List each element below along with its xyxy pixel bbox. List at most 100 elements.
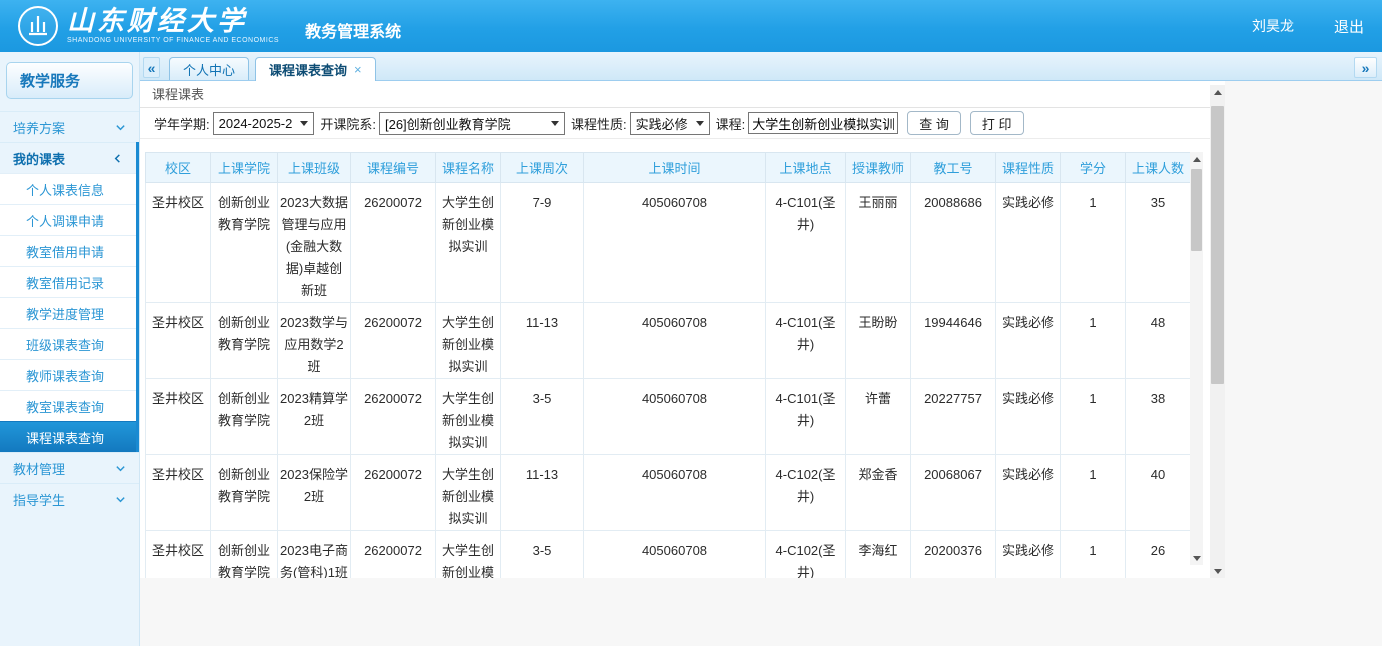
col-time: 上课时间 [584, 153, 766, 183]
sidebar-group-wodekebiao[interactable]: 我的课表 [0, 142, 136, 173]
tab-bar: « 个人中心 课程课表查询 × » [140, 52, 1382, 81]
cell-teacher: 许蕾 [846, 379, 911, 455]
print-button[interactable]: 打 印 [970, 111, 1024, 135]
sidebar-item-classroom-borrow-request[interactable]: 教室借用申请 [0, 235, 136, 266]
col-nature: 课程性质 [996, 153, 1061, 183]
col-students: 上课人数 [1126, 153, 1191, 183]
cell-staff-no: 20088686 [911, 183, 996, 303]
sidebar-group-zhidaoxuesheng[interactable]: 指导学生 [0, 483, 139, 514]
cell-class: 2023电子商务(管科)1班 [278, 531, 351, 579]
cell-location: 4-C101(圣井) [766, 183, 846, 303]
cell-course-no: 26200072 [351, 303, 436, 379]
cell-location: 4-C101(圣井) [766, 379, 846, 455]
col-location: 上课地点 [766, 153, 846, 183]
scroll-up-icon[interactable] [1190, 152, 1203, 166]
course-input[interactable] [748, 112, 898, 134]
table-row[interactable]: 圣井校区 创新创业教育学院 2023大数据管理与应用(金融大数据)卓越创新班 2… [146, 183, 1191, 303]
cell-staff-no: 20068067 [911, 455, 996, 531]
table-header-row: 校区 上课学院 上课班级 课程编号 课程名称 上课周次 上课时间 上课地点 授课… [146, 153, 1191, 183]
timetable-table-wrapper: 校区 上课学院 上课班级 课程编号 课程名称 上课周次 上课时间 上课地点 授课… [145, 152, 1190, 578]
cell-nature: 实践必修 [996, 183, 1061, 303]
nature-select[interactable]: 实践必修 [630, 112, 710, 135]
cell-course-name: 大学生创新创业模拟实训 [436, 455, 501, 531]
scrollbar-thumb[interactable] [1191, 169, 1202, 251]
cell-class: 2023大数据管理与应用(金融大数据)卓越创新班 [278, 183, 351, 303]
cell-staff-no: 19944646 [911, 303, 996, 379]
department-select[interactable]: [26]创新创业教育学院 [379, 112, 565, 135]
cell-time: 405060708 [584, 379, 766, 455]
cell-nature: 实践必修 [996, 303, 1061, 379]
sidebar-group-peiyangfangan[interactable]: 培养方案 [0, 111, 139, 142]
sidebar-item-classroom-timetable-query[interactable]: 教室课表查询 [0, 390, 136, 421]
term-select[interactable]: 2024-2025-2 [213, 112, 315, 135]
sidebar-group-jiaocaiguanli[interactable]: 教材管理 [0, 452, 139, 483]
cell-weeks: 3-5 [501, 531, 584, 579]
cell-location: 4-C102(圣井) [766, 455, 846, 531]
cell-campus: 圣井校区 [146, 455, 211, 531]
cell-weeks: 3-5 [501, 379, 584, 455]
system-title: 教务管理系统 [305, 18, 401, 42]
scrollbar-track[interactable] [1190, 166, 1203, 551]
cell-campus: 圣井校区 [146, 183, 211, 303]
cell-credit: 1 [1061, 303, 1126, 379]
col-class: 上课班级 [278, 153, 351, 183]
chevron-down-icon [115, 122, 126, 133]
sidebar-item-teacher-timetable-query[interactable]: 教师课表查询 [0, 359, 136, 390]
cell-class: 2023精算学2班 [278, 379, 351, 455]
university-name-block: 山东财经大学 SHANDONG UNIVERSITY OF FINANCE AN… [67, 8, 279, 44]
cell-weeks: 7-9 [501, 183, 584, 303]
scroll-down-icon[interactable] [1190, 551, 1203, 565]
cell-course-name: 大学生创新创业模拟实训 [436, 303, 501, 379]
nature-select-value: 实践必修 [636, 114, 688, 133]
chevron-down-icon [115, 494, 126, 505]
col-campus: 校区 [146, 153, 211, 183]
current-username[interactable]: 刘昊龙 [1252, 16, 1294, 36]
cell-campus: 圣井校区 [146, 531, 211, 579]
scrollbar-thumb[interactable] [1211, 106, 1224, 384]
query-button[interactable]: 查 询 [907, 111, 961, 135]
cell-course-no: 26200072 [351, 183, 436, 303]
scroll-down-icon[interactable] [1210, 564, 1225, 578]
sidebar-item-course-timetable-query[interactable]: 课程课表查询 [0, 421, 136, 452]
page-scrollbar[interactable] [1210, 85, 1225, 578]
scrollbar-track[interactable] [1210, 99, 1225, 564]
sidebar: 教学服务 培养方案 我的课表 个人课表信息 个人调课申请 教室借用申请 教室借用… [0, 52, 140, 646]
col-credit: 学分 [1061, 153, 1126, 183]
tab-course-timetable-query[interactable]: 课程课表查询 × [255, 57, 376, 81]
cell-nature: 实践必修 [996, 455, 1061, 531]
table-row[interactable]: 圣井校区 创新创业教育学院 2023保险学2班 26200072 大学生创新创业… [146, 455, 1191, 531]
sidebar-item-class-timetable-query[interactable]: 班级课表查询 [0, 328, 136, 359]
table-scrollbar[interactable] [1190, 152, 1203, 565]
department-select-value: [26]创新创业教育学院 [385, 114, 511, 133]
sidebar-item-reschedule-request[interactable]: 个人调课申请 [0, 204, 136, 235]
chevron-down-icon [115, 463, 126, 474]
cell-students: 48 [1126, 303, 1191, 379]
scroll-up-icon[interactable] [1210, 85, 1225, 99]
tab-close-icon[interactable]: × [354, 62, 362, 77]
logout-button[interactable]: 退出 [1334, 16, 1364, 37]
cell-location: 4-C102(圣井) [766, 531, 846, 579]
sidebar-item-classroom-borrow-records[interactable]: 教室借用记录 [0, 266, 136, 297]
sidebar-item-personal-timetable[interactable]: 个人课表信息 [0, 173, 136, 204]
table-row[interactable]: 圣井校区 创新创业教育学院 2023精算学2班 26200072 大学生创新创业… [146, 379, 1191, 455]
table-row[interactable]: 圣井校区 创新创业教育学院 2023电子商务(管科)1班 26200072 大学… [146, 531, 1191, 579]
cell-location: 4-C101(圣井) [766, 303, 846, 379]
cell-credit: 1 [1061, 455, 1126, 531]
timetable-table: 校区 上课学院 上课班级 课程编号 课程名称 上课周次 上课时间 上课地点 授课… [145, 152, 1190, 578]
sidebar-item-teaching-progress[interactable]: 教学进度管理 [0, 297, 136, 328]
table-row[interactable]: 圣井校区 创新创业教育学院 2023数学与应用数学2班 26200072 大学生… [146, 303, 1191, 379]
cell-course-no: 26200072 [351, 455, 436, 531]
cell-nature: 实践必修 [996, 379, 1061, 455]
sidebar-group-label: 指导学生 [13, 490, 65, 509]
cell-college: 创新创业教育学院 [211, 455, 278, 531]
tab-label: 课程课表查询 [269, 60, 347, 79]
tabs-scroll-left-button[interactable]: « [143, 57, 160, 78]
cell-weeks: 11-13 [501, 455, 584, 531]
tabs-scroll-right-button[interactable]: » [1354, 57, 1377, 78]
content-area: 课程课表 学年学期: 2024-2025-2 开课院系: [26]创新创业教育学… [140, 81, 1382, 646]
cell-college: 创新创业教育学院 [211, 379, 278, 455]
tab-personal-center[interactable]: 个人中心 [169, 57, 249, 80]
cell-weeks: 11-13 [501, 303, 584, 379]
sidebar-group-label: 我的课表 [13, 149, 65, 168]
col-course-name: 课程名称 [436, 153, 501, 183]
